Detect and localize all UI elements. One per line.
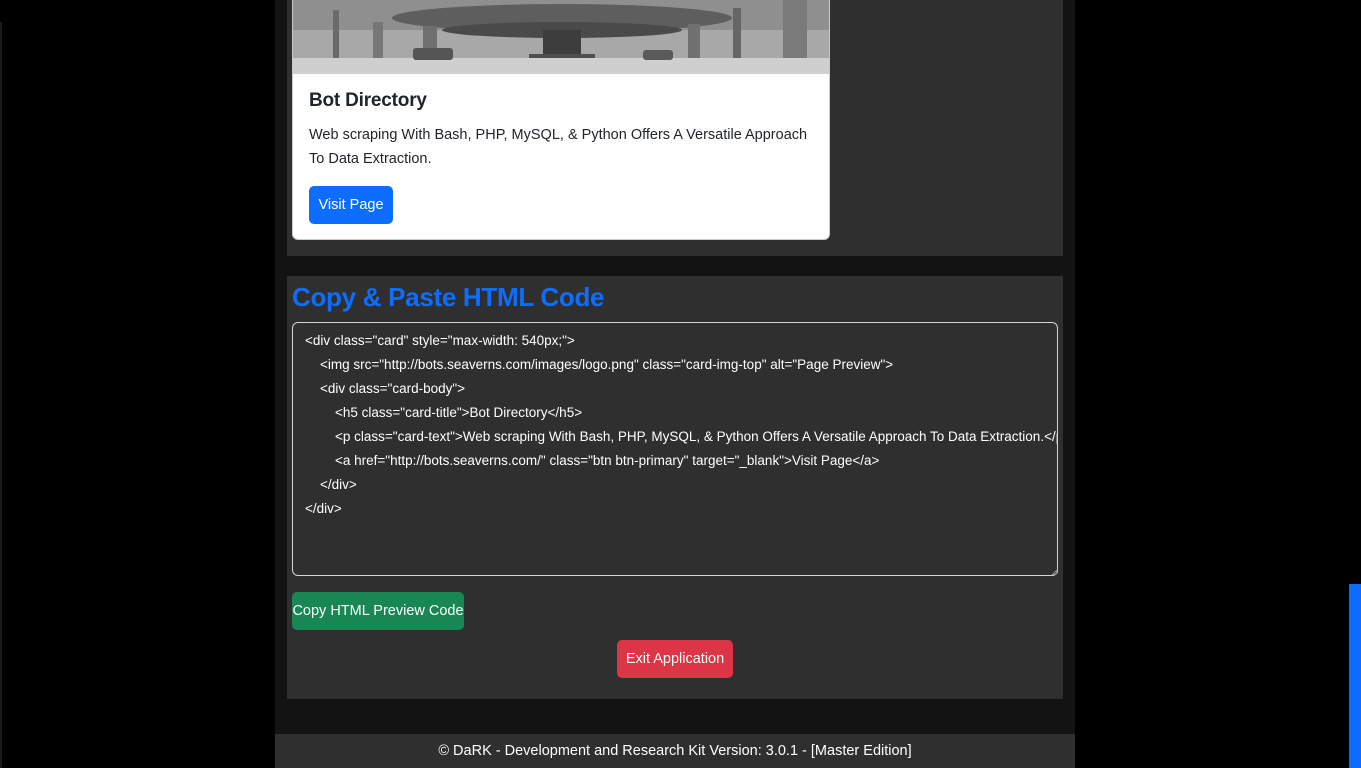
preview-card: Bot Directory Web scraping With Bash, PH… <box>292 0 830 240</box>
copy-html-preview-code-button[interactable]: Copy HTML Preview Code <box>292 592 464 630</box>
visit-page-button[interactable]: Visit Page <box>309 186 393 224</box>
footer: © DaRK - Development and Research Kit Ve… <box>275 734 1075 768</box>
left-edge-divider <box>0 22 2 768</box>
cityscape-image <box>293 0 829 74</box>
code-panel: Copy & Paste HTML Code <div class="card"… <box>287 276 1063 699</box>
footer-text: © DaRK - Development and Research Kit Ve… <box>438 743 912 759</box>
resize-grip-icon[interactable] <box>1051 568 1059 576</box>
card-title: Bot Directory <box>309 90 427 111</box>
app-page: Bot Directory Web scraping With Bash, PH… <box>0 0 1361 768</box>
code-section-heading: Copy & Paste HTML Code <box>292 282 605 312</box>
exit-application-button[interactable]: Exit Application <box>617 640 733 678</box>
card-text: Web scraping With Bash, PHP, MySQL, & Py… <box>309 127 808 167</box>
card-preview-image <box>293 0 829 74</box>
html-code-textarea[interactable]: <div class="card" style="max-width: 540p… <box>292 322 1058 576</box>
scrollbar-thumb[interactable] <box>1349 584 1361 768</box>
